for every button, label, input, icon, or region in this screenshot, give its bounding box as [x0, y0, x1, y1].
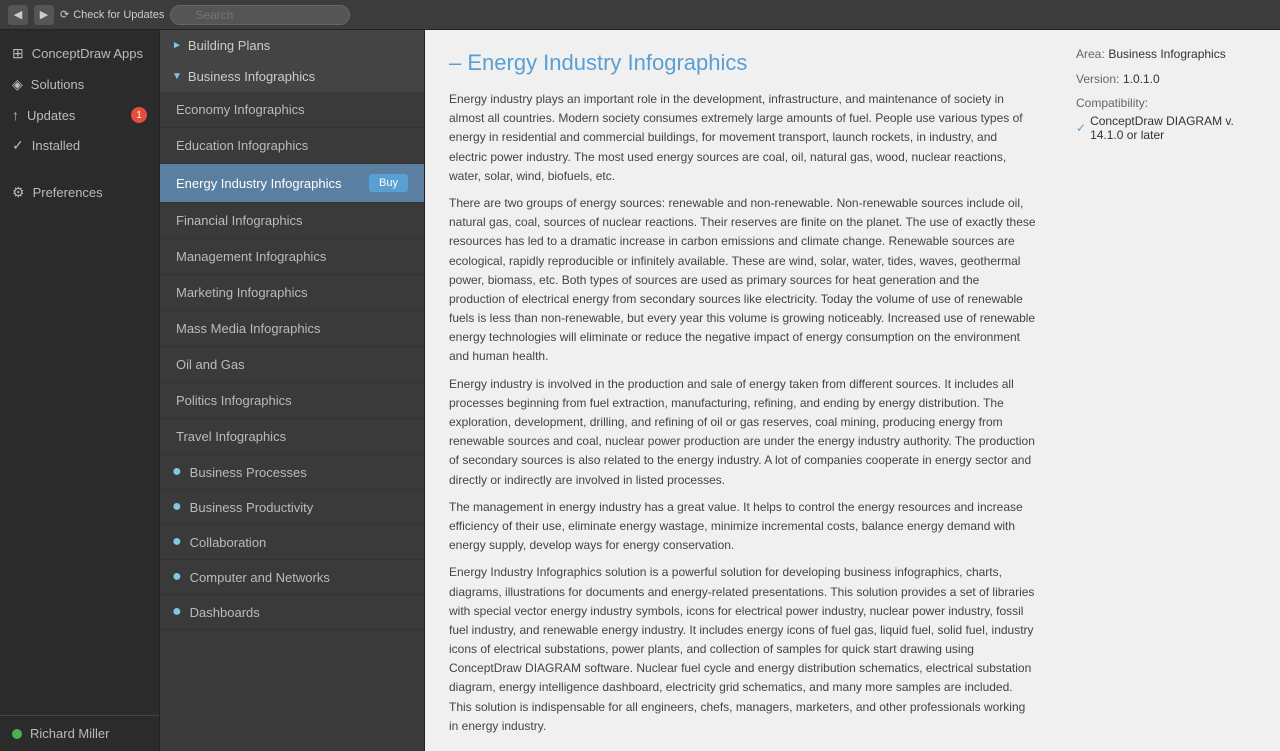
- refresh-label: Check for Updates: [73, 9, 164, 21]
- user-status-dot: [12, 729, 22, 739]
- content-main: Energy Industry Infographics Energy indu…: [425, 30, 1060, 751]
- bullet-collaboration: ●: [172, 533, 182, 551]
- list-item-oil-gas[interactable]: Oil and Gas: [160, 347, 424, 383]
- list-item-politics[interactable]: Politics Infographics: [160, 383, 424, 419]
- description-p4: The management in energy industry has a …: [449, 498, 1036, 556]
- top-bar: ◀ ▶ ⟳ Check for Updates 🔍: [0, 0, 1280, 30]
- sidebar-label-apps: ConceptDraw Apps: [32, 46, 143, 61]
- description-p5: Energy Industry Infographics solution is…: [449, 563, 1036, 736]
- building-plans-label: Building Plans: [188, 38, 270, 53]
- bullet-computer-networks: ●: [172, 568, 182, 586]
- updates-icon: ↑: [12, 107, 19, 123]
- description-p3: Energy industry is involved in the produ…: [449, 375, 1036, 490]
- version-label: Version:: [1076, 72, 1119, 86]
- arrow-building-plans: ►: [172, 40, 182, 51]
- main-layout: ⊞ ConceptDraw Apps ◈ Solutions ↑ Updates…: [0, 30, 1280, 751]
- sub-item-business-productivity[interactable]: ● Business Productivity: [160, 490, 424, 525]
- compat-value: ConceptDraw DIAGRAM v. 14.1.0 or later: [1090, 114, 1264, 142]
- list-item-education[interactable]: Education Infographics: [160, 128, 424, 164]
- sidebar-label-installed: Installed: [32, 138, 80, 153]
- apps-icon: ⊞: [12, 45, 24, 62]
- list-item-economy[interactable]: Economy Infographics: [160, 92, 424, 128]
- page-title: Energy Industry Infographics: [449, 50, 1036, 76]
- sidebar-item-installed[interactable]: ✓ Installed: [0, 130, 159, 161]
- preferences-icon: ⚙: [12, 184, 25, 201]
- section-building-plans[interactable]: ► Building Plans: [160, 30, 424, 61]
- search-input[interactable]: [170, 5, 350, 25]
- description-p2: There are two groups of energy sources: …: [449, 194, 1036, 367]
- search-wrapper: 🔍: [170, 5, 350, 25]
- sidebar-item-updates[interactable]: ↑ Updates 1: [0, 100, 159, 130]
- list-item-mass-media[interactable]: Mass Media Infographics: [160, 311, 424, 347]
- sidebar-user: Richard Miller: [0, 715, 159, 751]
- sidebar-label-preferences: Preferences: [33, 185, 103, 200]
- sidebar-label-updates: Updates: [27, 108, 75, 123]
- arrow-business-infographics: ▼: [172, 71, 182, 82]
- sub-item-dashboards[interactable]: ● Dashboards: [160, 595, 424, 630]
- back-button[interactable]: ◀: [8, 5, 28, 25]
- sidebar-item-conceptdraw-apps[interactable]: ⊞ ConceptDraw Apps: [0, 38, 159, 69]
- forward-button[interactable]: ▶: [34, 5, 54, 25]
- area-info: Area: Business Infographics: [1076, 46, 1264, 61]
- area-value: Business Infographics: [1108, 47, 1225, 61]
- solutions-icon: ◈: [12, 76, 23, 93]
- version-info: Version: 1.0.1.0: [1076, 71, 1264, 86]
- section-business-infographics[interactable]: ▼ Business Infographics: [160, 61, 424, 92]
- sidebar-item-preferences[interactable]: ⚙ Preferences: [0, 177, 159, 208]
- area-label: Area:: [1076, 47, 1105, 61]
- compat-info: Compatibility: ✓ ConceptDraw DIAGRAM v. …: [1076, 96, 1264, 142]
- list-item-marketing[interactable]: Marketing Infographics: [160, 275, 424, 311]
- user-name: Richard Miller: [30, 726, 109, 741]
- bullet-business-productivity: ●: [172, 498, 182, 516]
- version-value: 1.0.1.0: [1123, 72, 1160, 86]
- sidebar: ⊞ ConceptDraw Apps ◈ Solutions ↑ Updates…: [0, 30, 160, 751]
- compat-check-icon: ✓: [1076, 121, 1086, 135]
- sub-item-business-processes[interactable]: ● Business Processes: [160, 455, 424, 490]
- refresh-icon: ⟳: [60, 8, 69, 21]
- content-area: Energy Industry Infographics Energy indu…: [425, 30, 1280, 751]
- list-item-management[interactable]: Management Infographics: [160, 239, 424, 275]
- content-info-sidebar: Area: Business Infographics Version: 1.0…: [1060, 30, 1280, 751]
- installed-icon: ✓: [12, 137, 24, 154]
- refresh-button[interactable]: ⟳ Check for Updates: [60, 8, 164, 21]
- middle-list: ► Building Plans ▼ Business Infographics…: [160, 30, 425, 751]
- list-item-energy[interactable]: Energy Industry Infographics Buy: [160, 164, 424, 203]
- bullet-dashboards: ●: [172, 603, 182, 621]
- content-top: Energy Industry Infographics Energy indu…: [425, 30, 1280, 751]
- sub-item-collaboration[interactable]: ● Collaboration: [160, 525, 424, 560]
- updates-badge: 1: [131, 107, 147, 123]
- compat-label: Compatibility:: [1076, 96, 1264, 110]
- description-p1: Energy industry plays an important role …: [449, 90, 1036, 186]
- sidebar-item-solutions[interactable]: ◈ Solutions: [0, 69, 159, 100]
- sub-item-computer-networks[interactable]: ● Computer and Networks: [160, 560, 424, 595]
- business-infographics-label: Business Infographics: [188, 69, 315, 84]
- list-item-financial[interactable]: Financial Infographics: [160, 203, 424, 239]
- bullet-business-processes: ●: [172, 463, 182, 481]
- sidebar-label-solutions: Solutions: [31, 77, 84, 92]
- list-item-travel[interactable]: Travel Infographics: [160, 419, 424, 455]
- buy-button-energy[interactable]: Buy: [369, 174, 408, 192]
- compat-value-row: ✓ ConceptDraw DIAGRAM v. 14.1.0 or later: [1076, 114, 1264, 142]
